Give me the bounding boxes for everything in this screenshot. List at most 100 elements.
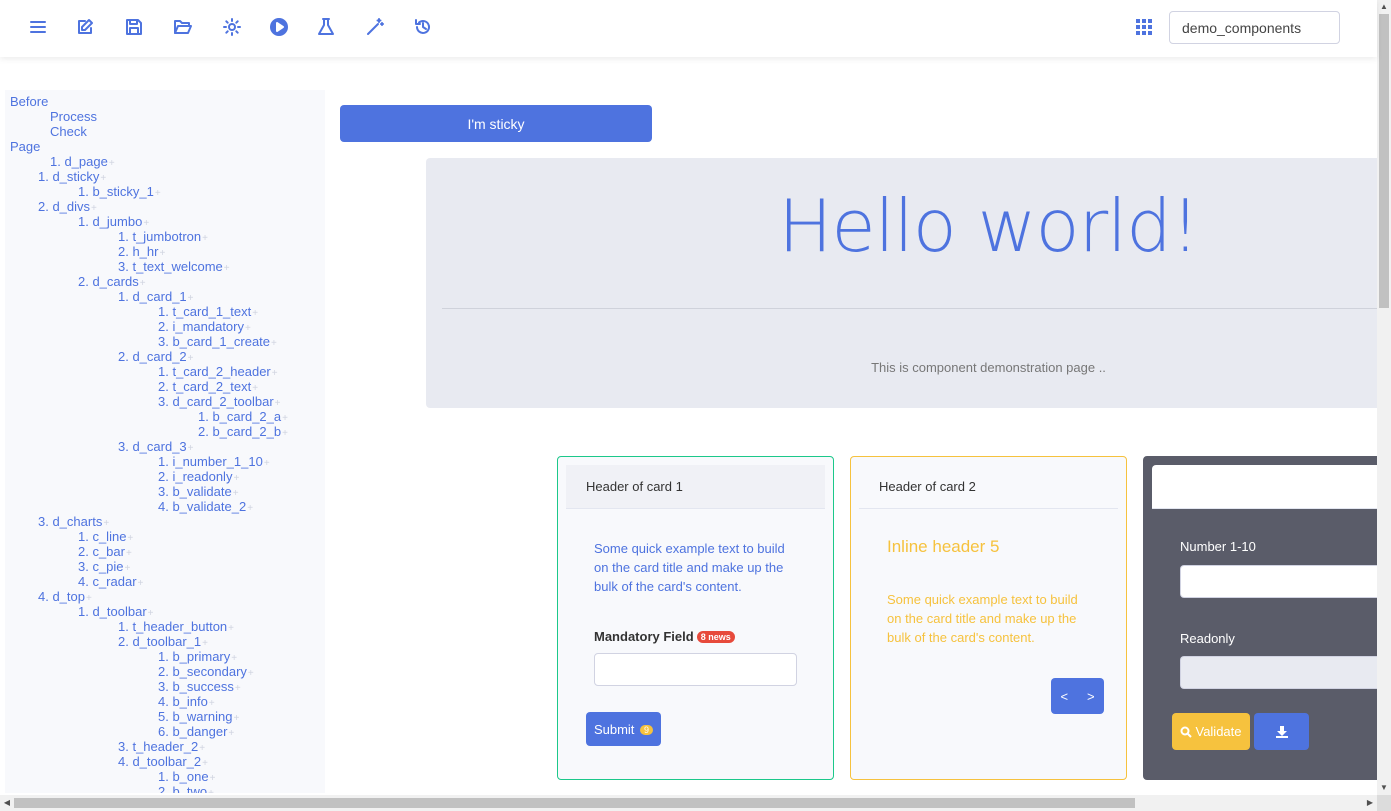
tree-item-label: Check	[50, 124, 87, 139]
settings-icon[interactable]	[219, 14, 245, 40]
tree-item-label: 1. i_number_1_10	[158, 454, 263, 469]
add-icon[interactable]: +	[188, 353, 194, 364]
add-icon[interactable]: +	[252, 383, 258, 394]
add-icon[interactable]: +	[103, 518, 109, 529]
tree-item-label: 5. b_warning	[158, 709, 233, 724]
horizontal-scrollbar-thumb[interactable]	[14, 798, 1135, 808]
add-icon[interactable]: +	[233, 473, 239, 484]
add-icon[interactable]: +	[209, 698, 215, 709]
add-icon[interactable]: +	[264, 458, 270, 469]
add-icon[interactable]: +	[125, 563, 131, 574]
tree-item[interactable]: Check	[50, 124, 87, 139]
add-icon[interactable]: +	[140, 278, 146, 289]
add-icon[interactable]: +	[155, 188, 161, 199]
vertical-scrollbar-thumb[interactable]	[1379, 14, 1389, 308]
tree-item-label: 2. d_toolbar_1	[118, 634, 202, 649]
add-icon[interactable]: +	[188, 293, 194, 304]
add-icon[interactable]: +	[224, 263, 230, 274]
validate-button[interactable]: Validate	[1172, 713, 1250, 750]
add-icon[interactable]: +	[271, 338, 277, 349]
magic-wand-icon[interactable]	[362, 14, 388, 40]
tree-item[interactable]: Page	[10, 139, 40, 154]
readonly-input[interactable]	[1180, 656, 1391, 689]
add-icon[interactable]: +	[282, 413, 288, 424]
add-icon[interactable]: +	[231, 653, 237, 664]
submit-button[interactable]: Submit 9	[586, 712, 661, 746]
mandatory-field-input[interactable]	[594, 653, 797, 686]
card-1-header: Header of card 1	[566, 465, 825, 509]
sticky-button[interactable]: I'm sticky	[340, 105, 652, 142]
add-icon[interactable]: +	[208, 788, 214, 793]
scroll-down-arrow-icon[interactable]: ▼	[1377, 781, 1391, 795]
add-icon[interactable]: +	[143, 218, 149, 229]
add-icon[interactable]: +	[138, 578, 144, 589]
add-icon[interactable]: +	[159, 248, 165, 259]
edit-icon[interactable]	[73, 14, 99, 40]
play-icon[interactable]	[266, 14, 292, 40]
add-icon[interactable]: +	[202, 233, 208, 244]
tree-item-label: 4. c_radar	[78, 574, 137, 589]
tree-item-label: 3. d_card_2_toolbar	[158, 394, 274, 409]
add-icon[interactable]: +	[202, 638, 208, 649]
tree-item-label: 1. b_card_2_a	[198, 409, 282, 424]
tree-item-label: 4. b_info	[158, 694, 208, 709]
tree-item-label: 3. b_success	[158, 679, 234, 694]
tree-item-label: 1. d_toolbar	[78, 604, 147, 619]
validate-label: Validate	[1195, 724, 1242, 739]
scroll-left-arrow-icon[interactable]: ◀	[0, 795, 14, 811]
app-name-input[interactable]	[1169, 11, 1340, 44]
folder-open-icon[interactable]	[170, 14, 196, 40]
add-icon[interactable]: +	[252, 308, 258, 319]
tree-item[interactable]: 2. b_card_2_b+	[198, 424, 288, 441]
save-icon[interactable]	[121, 14, 147, 40]
download-button[interactable]	[1254, 713, 1309, 750]
add-icon[interactable]: +	[202, 758, 208, 769]
history-icon[interactable]	[410, 14, 436, 40]
add-icon[interactable]: +	[282, 428, 288, 439]
tree-item-label: 4. d_top	[38, 589, 85, 604]
add-icon[interactable]: +	[228, 623, 234, 634]
divider	[442, 308, 1391, 309]
add-icon[interactable]: +	[126, 548, 132, 559]
scroll-right-arrow-icon[interactable]: ▶	[1363, 795, 1377, 811]
tree-item-label: 3. c_pie	[78, 559, 124, 574]
tree-item-label: 1. c_line	[78, 529, 127, 544]
add-icon[interactable]: +	[233, 713, 239, 724]
vertical-scrollbar[interactable]: ▲ ▼	[1377, 0, 1391, 795]
add-icon[interactable]: +	[275, 398, 281, 409]
add-icon[interactable]: +	[100, 173, 106, 184]
tree-item-label: 4. d_toolbar_2	[118, 754, 202, 769]
card-2-next-button[interactable]: >	[1078, 678, 1105, 714]
add-icon[interactable]: +	[233, 488, 239, 499]
tree-item[interactable]: Before	[10, 94, 48, 109]
horizontal-scrollbar[interactable]: ◀ ▶	[0, 795, 1377, 811]
add-icon[interactable]: +	[272, 368, 278, 379]
add-icon[interactable]: +	[245, 323, 251, 334]
scrollbar-corner	[1377, 795, 1391, 811]
readonly-label: Readonly	[1180, 631, 1235, 646]
scroll-up-arrow-icon[interactable]: ▲	[1377, 0, 1391, 14]
tree-item[interactable]: Process	[50, 109, 97, 124]
card-2-prev-button[interactable]: <	[1051, 678, 1078, 714]
grid-icon[interactable]	[1131, 14, 1157, 40]
tree-item-label: 2. t_card_2_text	[158, 379, 252, 394]
add-icon[interactable]: +	[127, 533, 133, 544]
tree-item[interactable]: 4. b_validate_2+	[158, 499, 253, 516]
add-icon[interactable]: +	[247, 503, 253, 514]
add-icon[interactable]: +	[188, 443, 194, 454]
add-icon[interactable]: +	[210, 773, 216, 784]
add-icon[interactable]: +	[91, 203, 97, 214]
flask-icon[interactable]	[313, 14, 339, 40]
news-badge: 8 news	[696, 631, 735, 643]
menu-icon[interactable]	[25, 14, 51, 40]
add-icon[interactable]: +	[109, 158, 115, 169]
number-input[interactable]	[1180, 565, 1391, 598]
tree-item-label: 2. c_bar	[78, 544, 125, 559]
tree-item[interactable]: 2. b_two+	[158, 784, 214, 793]
add-icon[interactable]: +	[228, 728, 234, 739]
add-icon[interactable]: +	[235, 683, 241, 694]
add-icon[interactable]: +	[248, 668, 254, 679]
add-icon[interactable]: +	[148, 608, 154, 619]
add-icon[interactable]: +	[199, 743, 205, 754]
add-icon[interactable]: +	[86, 593, 92, 604]
